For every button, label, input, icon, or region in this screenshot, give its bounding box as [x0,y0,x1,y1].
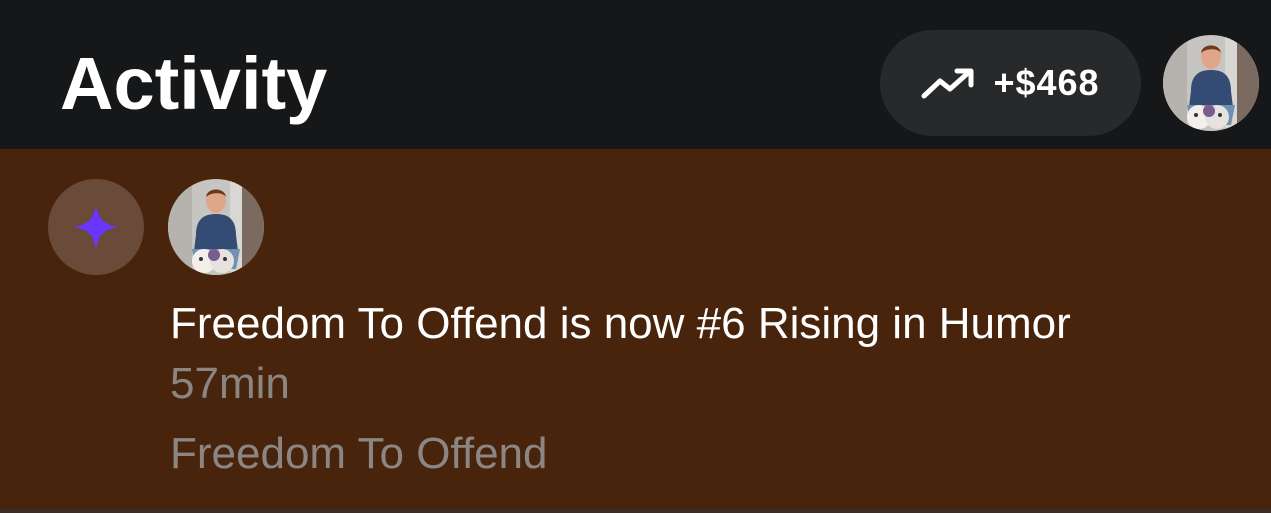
activity-message-text: Freedom To Offend is now #6 Rising in Hu… [170,299,1071,348]
header: Activity +$468 [0,0,1271,149]
activity-list: Freedom To Offend is now #6 Rising in Hu… [0,149,1271,513]
avatar-icon [168,179,264,275]
sparkle-icon [73,204,119,250]
divider [0,509,1271,513]
earnings-button[interactable]: +$468 [880,30,1141,136]
activity-screen: Activity +$468 Freedom To Offend is now … [0,0,1271,513]
activity-time: 57min [170,359,290,408]
profile-avatar[interactable] [1163,35,1259,131]
activity-item[interactable]: Freedom To Offend is now #6 Rising in Hu… [0,149,1271,513]
activity-message: Freedom To Offend is now #6 Rising in Hu… [170,294,1170,414]
avatar-icon [1163,35,1259,131]
activity-avatar [168,179,264,275]
activity-subtitle: Freedom To Offend [170,429,548,478]
earnings-amount: +$468 [993,62,1100,103]
trending-up-icon [921,68,974,99]
rising-badge [48,179,144,275]
page-title: Activity [60,42,328,125]
